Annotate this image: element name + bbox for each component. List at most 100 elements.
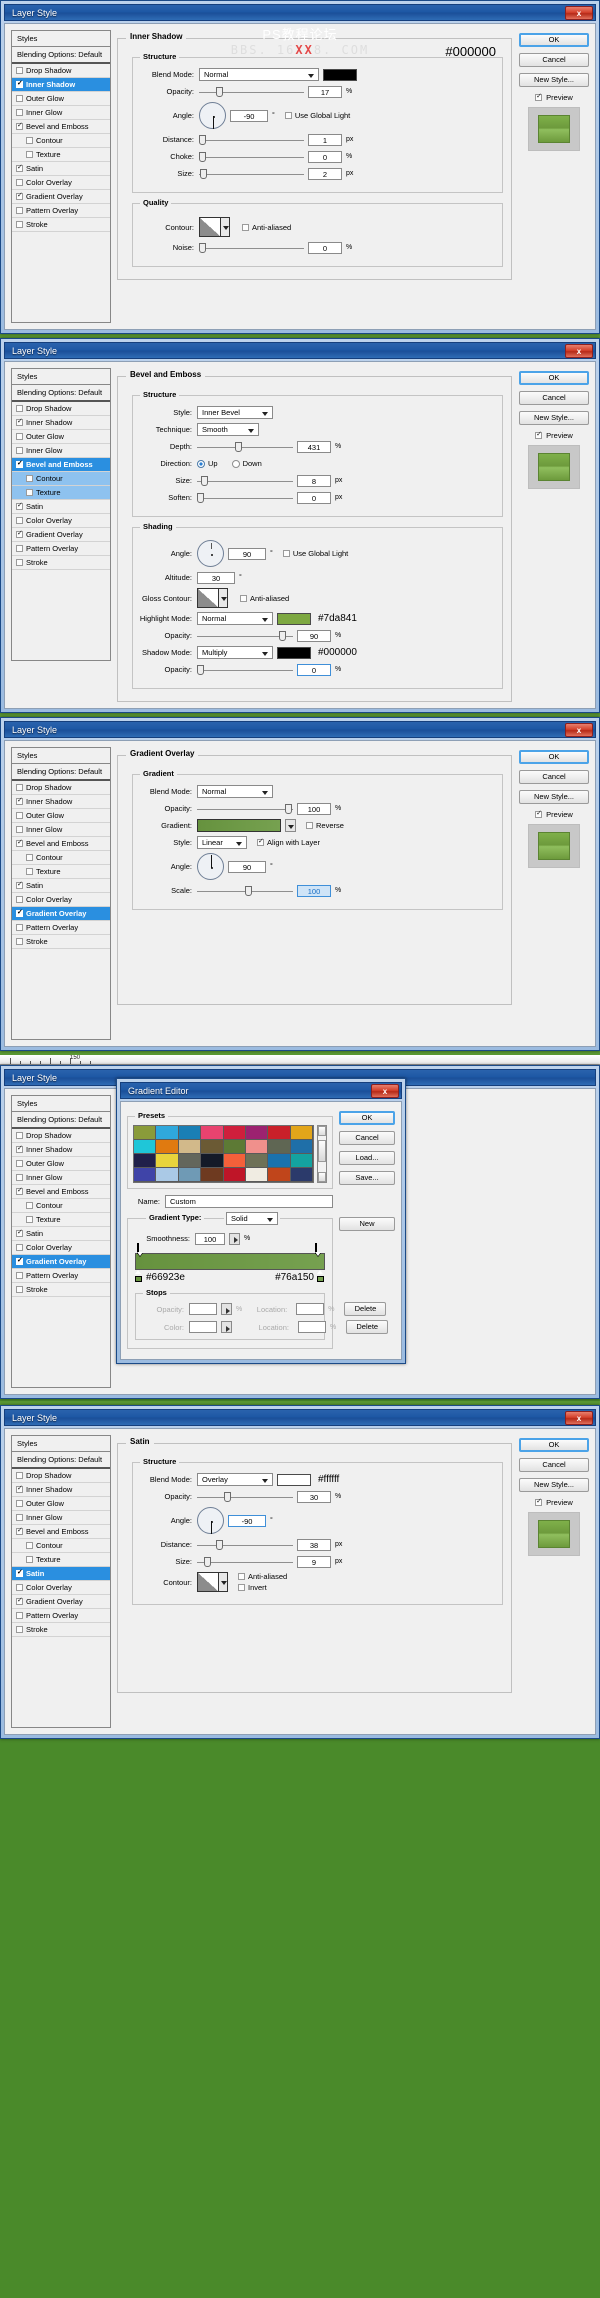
align-with-layer-checkbox[interactable]: Align with Layer <box>257 837 320 847</box>
checkbox-inner-glow[interactable] <box>16 109 23 116</box>
checkbox-texture[interactable] <box>26 151 33 158</box>
sidebar-item-drop-shadow[interactable]: Drop Shadow <box>12 781 110 795</box>
gradient-name-input[interactable]: Custom <box>165 1195 333 1208</box>
direction-up-radio[interactable]: Up <box>197 459 218 468</box>
gradient-preset-swatch[interactable] <box>245 1126 269 1140</box>
gloss-contour-picker[interactable] <box>197 588 228 608</box>
preview-checkbox[interactable]: Preview <box>519 92 589 102</box>
gradient-preset-swatch[interactable] <box>245 1168 269 1182</box>
sidebar-item-gradient-overlay[interactable]: Gradient Overlay <box>12 190 110 204</box>
noise-value[interactable]: 0 <box>308 241 342 254</box>
gradient-preset-swatch[interactable] <box>268 1168 291 1182</box>
sidebar-item-stroke[interactable]: Stroke <box>12 935 110 949</box>
gradient-preset-swatch[interactable] <box>178 1168 202 1182</box>
blending-options-item-5[interactable]: Blending Options: Default <box>12 1452 110 1469</box>
sidebar-item-bevel-and-emboss[interactable]: Bevel and Emboss <box>12 458 110 472</box>
depth-value[interactable]: 431 <box>297 440 331 453</box>
blend-mode-select[interactable]: Normal <box>199 68 319 81</box>
opacity-value[interactable]: 17 <box>308 85 342 98</box>
styles-header-4[interactable]: Styles <box>12 1096 110 1112</box>
sidebar-item-stroke[interactable]: Stroke <box>12 218 110 232</box>
gradient-preset-swatch[interactable] <box>223 1140 246 1154</box>
sidebar-item-outer-glow[interactable]: Outer Glow <box>12 92 110 106</box>
opacity-slider-3[interactable] <box>197 803 293 815</box>
sidebar-item-pattern-overlay[interactable]: Pattern Overlay <box>12 204 110 218</box>
blending-options-item[interactable]: Blending Options: Default <box>12 47 110 64</box>
gradient-style-select[interactable]: Linear <box>197 836 247 849</box>
ok-button[interactable]: OK <box>519 1438 589 1452</box>
scale-value[interactable]: 100 <box>297 884 331 897</box>
ok-button[interactable]: OK <box>519 33 589 47</box>
cancel-button[interactable]: Cancel <box>519 1458 589 1472</box>
stop-color-input[interactable] <box>189 1321 217 1333</box>
scale-slider[interactable] <box>197 885 293 897</box>
sidebar-item-color-overlay[interactable]: Color Overlay <box>12 893 110 907</box>
size-value-2[interactable]: 8 <box>297 474 331 487</box>
use-global-light-checkbox-2[interactable]: Use Global Light <box>282 549 348 558</box>
gradient-preset-swatch[interactable] <box>290 1154 313 1168</box>
sidebar-item-gradient-overlay[interactable]: Gradient Overlay <box>12 1255 110 1269</box>
soften-value[interactable]: 0 <box>297 491 331 504</box>
cancel-button[interactable]: Cancel <box>519 770 589 784</box>
sidebar-item-texture[interactable]: Texture <box>12 1553 110 1567</box>
blending-options-item-2[interactable]: Blending Options: Default <box>12 385 110 402</box>
gradient-preset-swatch[interactable] <box>178 1154 202 1168</box>
sidebar-item-inner-shadow[interactable]: Inner Shadow <box>12 1483 110 1497</box>
new-style-button[interactable]: New Style... <box>519 790 589 804</box>
shadow-color-swatch-2[interactable] <box>277 646 311 659</box>
sidebar-item-outer-glow[interactable]: Outer Glow <box>12 430 110 444</box>
checkbox-drop-shadow[interactable] <box>16 67 23 74</box>
sidebar-item-texture[interactable]: Texture <box>12 1213 110 1227</box>
anti-aliased-checkbox-5[interactable]: Anti-aliased <box>238 1572 287 1581</box>
sidebar-item-bevel-and-emboss[interactable]: Bevel and Emboss <box>12 837 110 851</box>
satin-color-swatch[interactable] <box>277 1473 311 1486</box>
sidebar-item-bevel-and-emboss[interactable]: Bevel and Emboss <box>12 1525 110 1539</box>
gradient-stop-bottom-left[interactable] <box>135 1270 143 1282</box>
sidebar-item-inner-shadow[interactable]: Inner Shadow <box>12 1143 110 1157</box>
close-icon[interactable]: x <box>565 6 593 20</box>
load-button[interactable]: Load... <box>339 1151 395 1165</box>
contour-preset-picker[interactable] <box>199 217 230 237</box>
sidebar-item-contour[interactable]: Contour <box>12 1539 110 1553</box>
styles-list[interactable]: Styles Blending Options: Default Drop Sh… <box>11 30 111 323</box>
sidebar-item-satin[interactable]: Satin <box>12 879 110 893</box>
gradient-preset-swatch[interactable] <box>245 1154 269 1168</box>
gradient-preset-swatch[interactable] <box>134 1168 157 1182</box>
gradient-preset-swatch[interactable] <box>245 1140 269 1154</box>
styles-header-5[interactable]: Styles <box>12 1436 110 1452</box>
sidebar-item-texture[interactable]: Texture <box>12 148 110 162</box>
size-value[interactable]: 2 <box>308 167 342 180</box>
new-style-button[interactable]: New Style... <box>519 411 589 425</box>
preview-checkbox-2[interactable]: Preview <box>519 430 589 440</box>
sidebar-item-color-overlay[interactable]: Color Overlay <box>12 1581 110 1595</box>
chevron-down-icon[interactable] <box>219 1572 228 1592</box>
gradient-preset-swatch[interactable] <box>290 1168 313 1182</box>
gradient-preset-swatch[interactable] <box>223 1168 246 1182</box>
distance-value[interactable]: 1 <box>308 133 342 146</box>
gradient-preset-swatch[interactable] <box>268 1154 291 1168</box>
angle-value-3[interactable]: 90 <box>228 860 266 873</box>
gradient-preset-swatch[interactable] <box>223 1126 246 1140</box>
styles-header-3[interactable]: Styles <box>12 748 110 764</box>
chevron-down-icon[interactable] <box>219 588 228 608</box>
blend-mode-select-3[interactable]: Normal <box>197 785 273 798</box>
sidebar-item-inner-glow[interactable]: Inner Glow <box>12 1511 110 1525</box>
gradient-preset-swatch[interactable] <box>268 1126 291 1140</box>
sidebar-item-outer-glow[interactable]: Outer Glow <box>12 1157 110 1171</box>
use-global-light-checkbox[interactable]: Use Global Light <box>284 111 350 120</box>
sidebar-item-pattern-overlay[interactable]: Pattern Overlay <box>12 1609 110 1623</box>
close-icon-3[interactable]: x <box>565 723 593 737</box>
stop-opacity-input[interactable] <box>189 1303 217 1315</box>
gradient-preset-swatch[interactable] <box>268 1140 291 1154</box>
sidebar-item-bevel-and-emboss[interactable]: Bevel and Emboss <box>12 120 110 134</box>
ok-button[interactable]: OK <box>339 1111 395 1125</box>
gradient-preset-swatch[interactable] <box>178 1140 202 1154</box>
gradient-strip[interactable] <box>135 1253 325 1270</box>
gradient-preset-swatch[interactable] <box>156 1168 179 1182</box>
styles-list-4[interactable]: Styles Blending Options: Default Drop Sh… <box>11 1095 111 1388</box>
new-gradient-button[interactable]: New <box>339 1217 395 1231</box>
gradient-preset-swatch[interactable] <box>290 1140 313 1154</box>
checkbox-satin[interactable] <box>16 163 23 172</box>
depth-slider[interactable] <box>197 441 293 453</box>
stop-location-input[interactable] <box>296 1303 325 1315</box>
